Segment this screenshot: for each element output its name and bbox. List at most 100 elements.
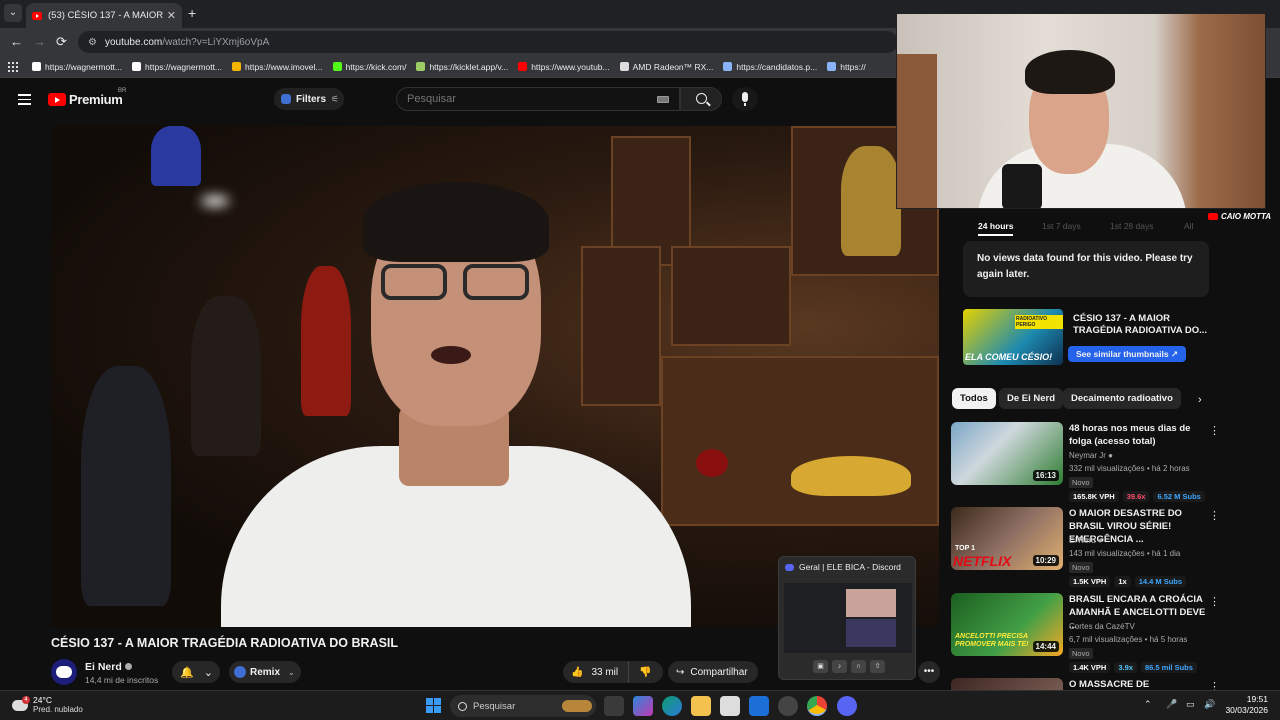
discord-taskbar-icon[interactable] [837,696,857,716]
taskbar-search[interactable]: Pesquisar [450,695,596,717]
bookmark-item[interactable]: https://wagnermott... [132,62,222,72]
clock[interactable]: 19:51 30/03/2026 [1225,694,1268,716]
channel-name[interactable]: Ei Nerd [85,661,132,673]
stats-tab-7days[interactable]: 1st 7 days [1042,221,1081,231]
task-view-icon[interactable] [604,696,624,716]
share-button[interactable]: ↪ Compartilhar [668,661,758,683]
mic-tray-icon[interactable]: 🎤 [1166,699,1177,710]
stats-tab-24h[interactable]: 24 hours [978,221,1014,236]
chrome-icon[interactable] [807,696,827,716]
chip-all[interactable]: Todos [952,388,996,409]
recommendation-meta: 332 mil visualizações • há 2 horas [1069,464,1190,473]
search-field[interactable] [396,87,680,111]
copilot-icon[interactable] [633,696,653,716]
app-icon[interactable] [778,696,798,716]
recommendation-title[interactable]: 48 horas nos meus dias de folga (acesso … [1069,422,1207,448]
keyboard-icon[interactable] [657,95,669,103]
vph-stats: 165.8K VPH 39.6x 6.52 M Subs [1069,491,1205,502]
reload-icon[interactable]: ⟳ [56,34,67,50]
bookmark-item[interactable]: https://kick.com/ [332,62,406,72]
display-icon[interactable]: ▭ [1186,699,1195,710]
recommendation-item[interactable]: ANCELOTTI PRECISA PROMOVER MAIS TE! 14:4… [951,593,1221,673]
bookmark-favicon-icon [416,62,426,71]
more-actions-button[interactable]: ••• [918,661,940,683]
channel-avatar[interactable] [51,659,77,685]
discord-preview-title: Geral | ELE BICA - Discord [785,562,901,572]
recommendation-item[interactable]: TOP 1 NETFLIX 10:29 O MAIOR DESASTRE DO … [951,507,1221,587]
search-input[interactable] [407,93,657,105]
microphone-icon[interactable]: ♪ [832,660,847,673]
close-tab-icon[interactable]: ✕ [167,9,176,22]
bookmark-item[interactable]: https://www.imovel... [232,62,323,72]
recommendation-thumbnail[interactable] [951,678,1063,690]
bookmark-item[interactable]: https:// [827,62,866,72]
back-icon[interactable]: ← [10,34,23,49]
remix-button[interactable]: Remix ⌄ [229,661,301,683]
screen-share-icon[interactable]: ⇧ [870,660,885,673]
url-field[interactable]: ⚙ youtube.com/watch?v=LiYXmj6oVpA [78,31,898,53]
like-button[interactable]: 👍 33 mil [563,661,629,683]
figure [191,296,261,456]
youtube-logo[interactable]: Premium BR [48,88,126,107]
dislike-button[interactable]: 👎 [629,667,651,678]
camera-icon[interactable]: ▣ [813,660,828,673]
similar-thumbnail[interactable]: RADIOATIVO PERIGO ELA COMEU CÉSIO! [963,309,1063,365]
search-button[interactable] [680,87,722,111]
store-icon[interactable] [720,696,740,716]
video-player[interactable] [51,126,939,627]
discord-taskbar-preview[interactable]: Geral | ELE BICA - Discord ▣ ♪ ∩ ⇧ [778,556,916,680]
edge-icon[interactable] [662,696,682,716]
file-explorer-icon[interactable] [691,696,711,716]
chevron-up-icon[interactable]: ⌃ [1144,699,1152,710]
figure [301,266,351,416]
recommendation-title[interactable]: O MASSACRE DE COLUMBINE [1069,678,1207,690]
recommendation-channel[interactable]: Neymar Jr ● [1069,451,1113,460]
subscribed-bell-button[interactable]: 🔔 ⌄ [172,661,220,683]
more-options-icon[interactable]: ⋮ [1209,424,1220,437]
search-icon [458,701,467,711]
apps-icon[interactable] [8,61,18,72]
recommendation-item[interactable]: 16:13 48 horas nos meus dias de folga (a… [951,422,1221,502]
browser-tab[interactable]: (53) CÉSIO 137 - A MAIOR TRAGÉ ✕ [26,3,182,28]
stats-tab-all[interactable]: All [1184,221,1193,231]
menu-icon[interactable] [18,94,31,108]
headphones-icon[interactable]: ∩ [851,660,866,673]
new-tab-button[interactable]: + [188,5,196,21]
chevron-right-icon[interactable]: › [1198,394,1202,406]
similar-title: CÉSIO 137 - A MAIOR TRAGÉDIA RADIOATIVA … [1073,313,1208,336]
bell-icon: 🔔 [180,666,194,679]
vph-stats: 1.4K VPH 3.9x 86.5 mil Subs [1069,662,1197,673]
more-options-icon[interactable]: ⋮ [1209,680,1220,690]
recommendation-thumbnail[interactable]: 16:13 [951,422,1063,485]
new-badge: Novo [1069,477,1093,488]
weather-widget[interactable]: 4 24°C Pred. nublado [12,695,83,715]
youtube-favicon-icon [32,11,42,20]
more-options-icon[interactable]: ⋮ [1209,595,1220,608]
chip-topic[interactable]: Decaimento radioativo [1063,388,1181,409]
recommendation-thumbnail[interactable]: TOP 1 NETFLIX 10:29 [951,507,1063,570]
recommendation-thumbnail[interactable]: ANCELOTTI PRECISA PROMOVER MAIS TE! 14:4… [951,593,1063,656]
bookmark-item[interactable]: https://kicklet.app/v... [416,62,508,72]
verified-icon: ● [1097,536,1103,545]
bookmark-item[interactable]: https://www.youtub... [518,62,610,72]
bookmark-item[interactable]: https://candidatos.p... [723,62,817,72]
bookmark-item[interactable]: https://wagnermott... [32,62,122,72]
more-options-icon[interactable]: ⋮ [1209,509,1220,522]
chip-from-channel[interactable]: De Ei Nerd [999,388,1064,409]
bookmark-item[interactable]: AMD Radeon™ RX... [619,62,713,72]
see-similar-thumbnails-button[interactable]: See similar thumbnails ↗ [1068,346,1187,362]
voice-search-button[interactable] [732,87,758,111]
recommendation-channel[interactable]: Cortes da CazéTV [1069,622,1135,631]
recommendation-channel[interactable]: Ei Nerd ● [1069,536,1103,545]
recommendation-item[interactable]: O MASSACRE DE COLUMBINE ⋮ [951,678,1221,690]
volume-icon[interactable]: 🔊 [1204,699,1215,710]
discord-window-thumbnail[interactable] [784,583,912,653]
windows-start-icon[interactable] [426,698,441,713]
stats-tab-28days[interactable]: 1st 28 days [1110,221,1153,231]
forward-icon[interactable]: → [33,34,46,49]
shelf [581,246,661,406]
site-info-icon[interactable]: ⚙ [88,37,97,48]
tab-search-button[interactable]: ⌄ [4,4,22,22]
outlook-icon[interactable] [749,696,769,716]
filters-button[interactable]: Filters ⚟ [274,88,344,110]
